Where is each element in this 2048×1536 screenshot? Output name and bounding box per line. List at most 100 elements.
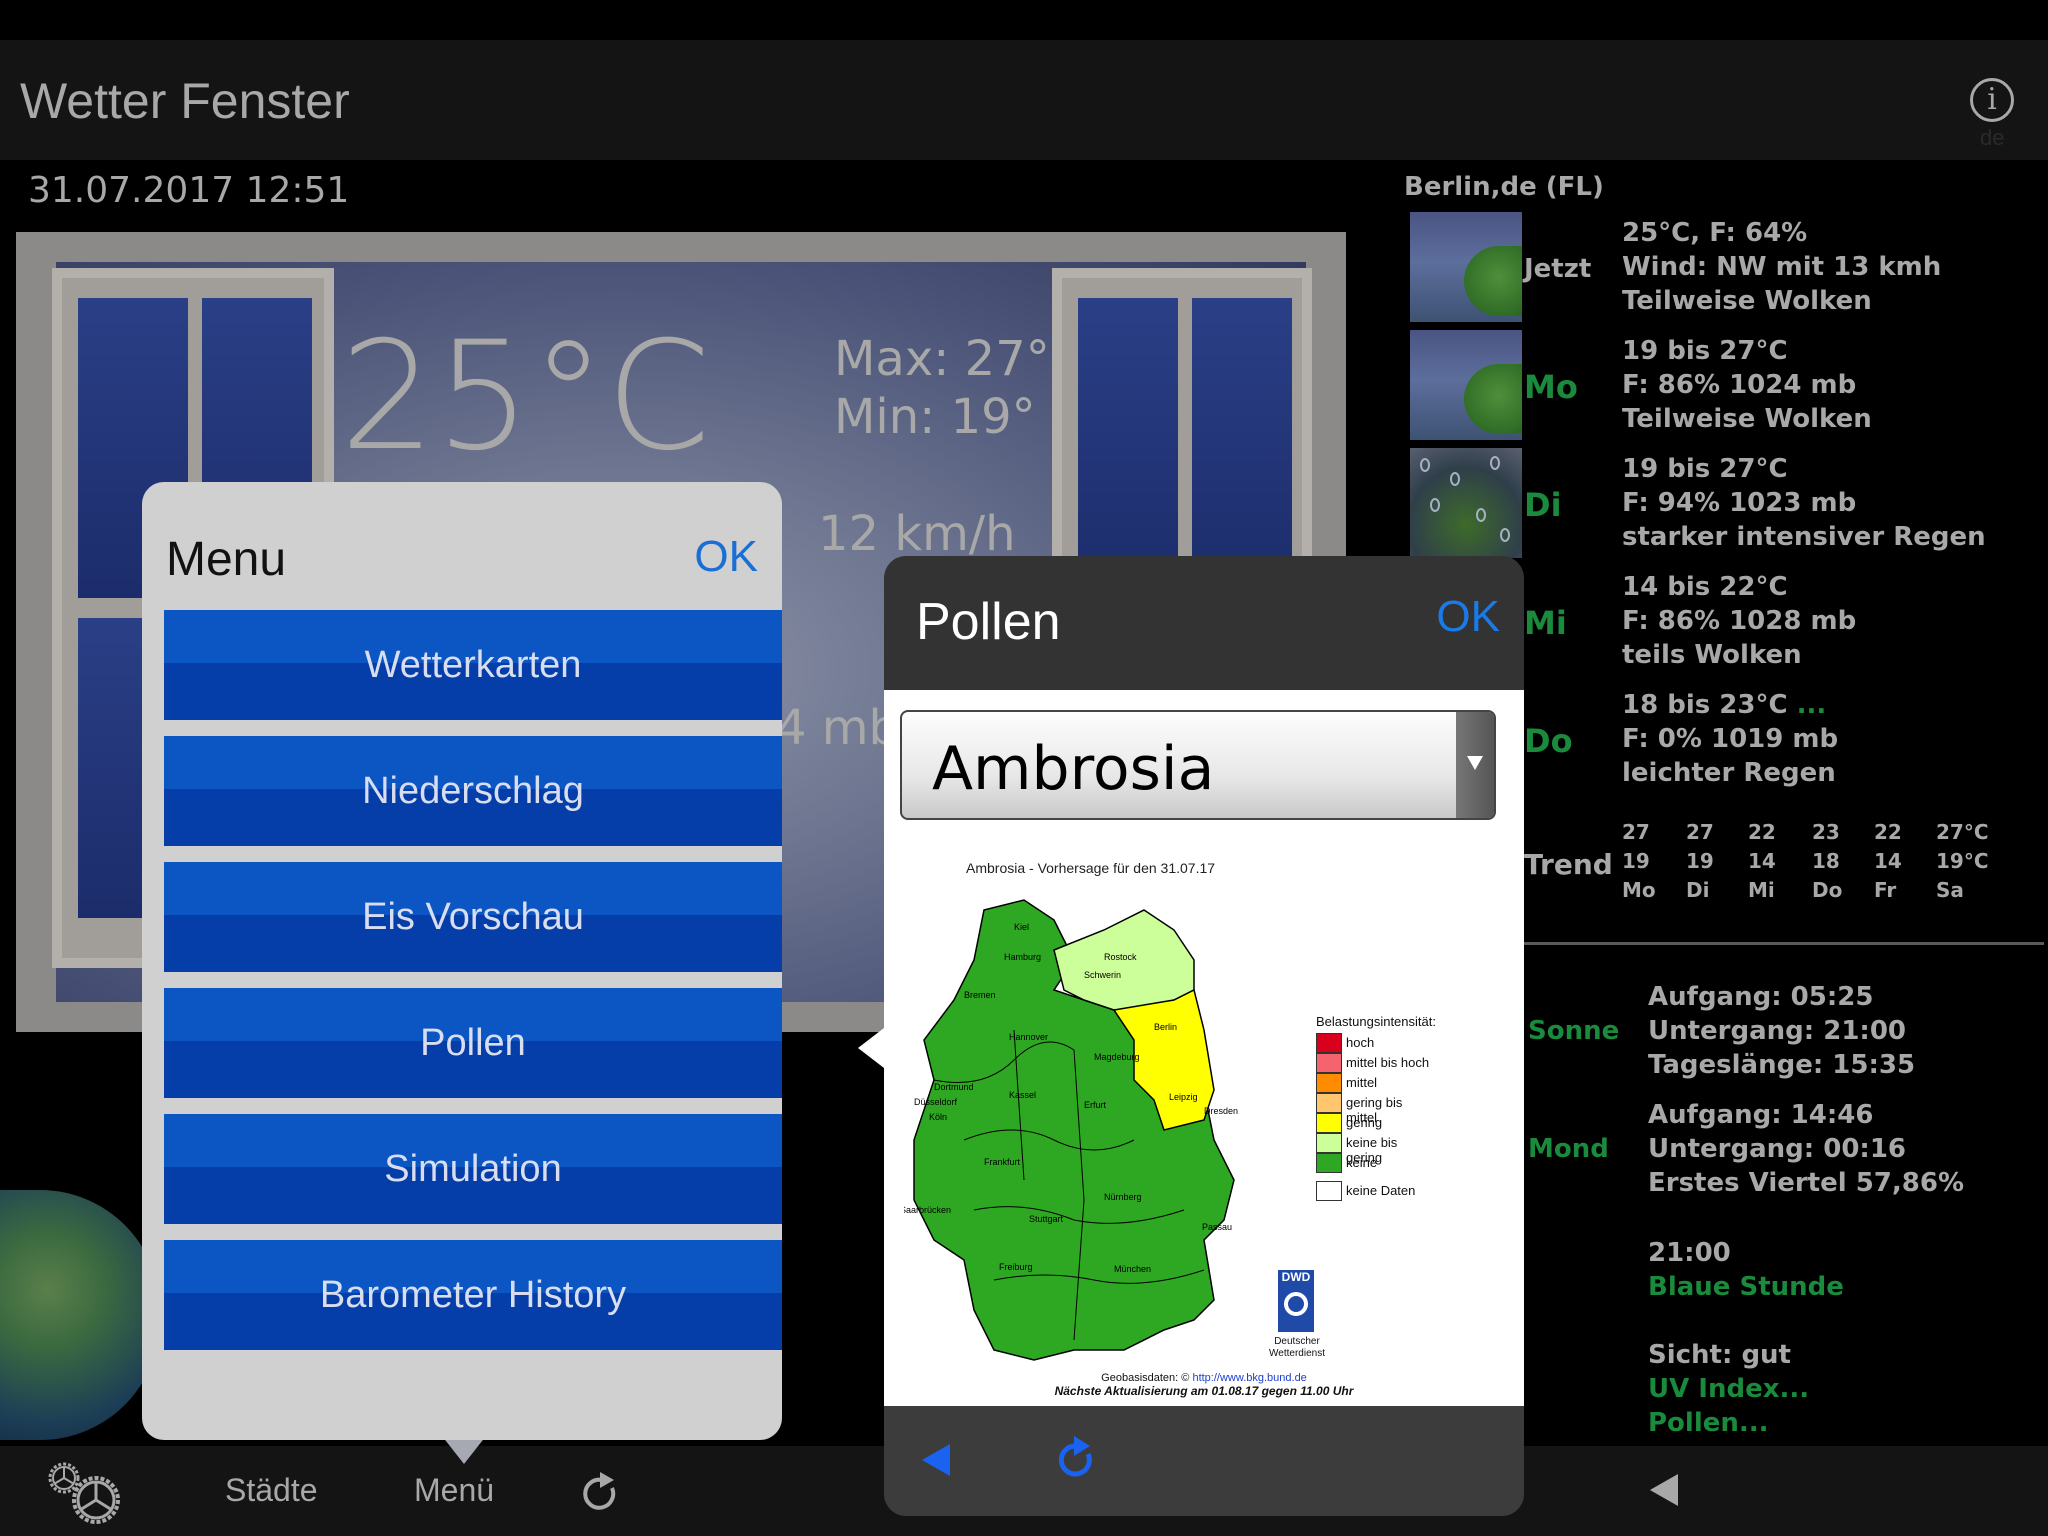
trend-max: 27°C	[1936, 820, 1989, 844]
pollen-link[interactable]: Pollen...	[1648, 1406, 1809, 1440]
pollen-content: Ambrosia Ambrosia - Vorhersage für den 3…	[884, 690, 1524, 1406]
cities-button[interactable]: Städte	[225, 1472, 318, 1509]
heavy-rain-icon	[1410, 448, 1522, 558]
legend-swatch	[1316, 1113, 1342, 1133]
svg-text:Kiel: Kiel	[1014, 922, 1029, 932]
extra-info: Sicht: gut UV Index... Pollen...	[1648, 1338, 1809, 1440]
trend-min: 19	[1622, 849, 1650, 873]
trend-min: 14	[1748, 849, 1776, 873]
credit-link[interactable]: http://www.bkg.bund.de	[1192, 1372, 1306, 1384]
forecast-line: F: 0% 1019 mb	[1622, 724, 1839, 754]
legend-swatch	[1316, 1033, 1342, 1053]
svg-text:Rostock: Rostock	[1104, 952, 1137, 962]
trend-max: 27	[1686, 820, 1714, 844]
forecast-line: starker intensiver Regen	[1622, 522, 1986, 552]
trend-day: Sa	[1936, 878, 1964, 902]
popover-arrow	[858, 1028, 884, 1068]
pollen-ok-button[interactable]: OK	[1436, 592, 1500, 642]
back-icon[interactable]	[922, 1444, 950, 1476]
forecast-day: Di	[1524, 486, 1562, 524]
trend-max: 22	[1748, 820, 1776, 844]
forecast-line: 14 bis 22°C	[1622, 572, 1788, 602]
svg-text:Stuttgart: Stuttgart	[1029, 1214, 1064, 1224]
forecast-row[interactable]: Jetzt 25°C, F: 64% Wind: NW mit 13 kmh T…	[1410, 212, 2040, 326]
menu-item-pollen[interactable]: Pollen	[164, 988, 782, 1098]
map-title: Ambrosia - Vorhersage für den 31.07.17	[966, 860, 1216, 876]
trend-day: Do	[1812, 878, 1843, 902]
menu-item-barometer-history[interactable]: Barometer History	[164, 1240, 782, 1350]
forecast-row[interactable]: Di 19 bis 27°C F: 94% 1023 mb starker in…	[1410, 448, 2040, 562]
partly-cloudy-icon	[1410, 330, 1522, 440]
next-update: Nächste Aktualisierung am 01.08.17 gegen…	[1054, 1384, 1354, 1398]
day-length: Tageslänge: 15:35	[1648, 1050, 1916, 1080]
pollen-map[interactable]: KielRostockHamburg SchwerinBremenBerlin …	[904, 880, 1304, 1380]
pollen-footer	[884, 1406, 1524, 1516]
forecast-line: 18 bis 23°C ...	[1622, 688, 1838, 722]
forecast-line: F: 94% 1023 mb	[1622, 488, 1857, 518]
date-time: 31.07.2017 12:51	[28, 170, 350, 211]
trend-column: 27 19 Mo	[1622, 818, 1656, 905]
trend-column: 27°C 19°C Sa	[1936, 818, 1989, 905]
forecast-line: teils Wolken	[1622, 640, 1802, 670]
forecast-details: 14 bis 22°C F: 86% 1028 mb teils Wolken	[1622, 570, 1856, 672]
trend-column: 27 19 Di	[1686, 818, 1714, 905]
forecast-details: 25°C, F: 64% Wind: NW mit 13 kmh Teilwei…	[1622, 216, 1941, 318]
max-temperature: Max: 27°	[834, 331, 1050, 387]
forecast-day: Jetzt	[1524, 254, 1592, 284]
app-title: Wetter Fenster	[20, 73, 350, 129]
menu-item-niederschlag[interactable]: Niederschlag	[164, 736, 782, 846]
map-legend: Belastungsintensität: hoch mittel bis ho…	[1316, 1014, 1436, 1201]
menu-item-simulation[interactable]: Simulation	[164, 1114, 782, 1224]
svg-text:Kassel: Kassel	[1009, 1090, 1036, 1100]
legend-swatch	[1316, 1093, 1342, 1113]
uv-index-link[interactable]: UV Index...	[1648, 1372, 1809, 1406]
forecast-line: F: 86% 1028 mb	[1622, 606, 1857, 636]
trend-min: 19	[1686, 849, 1714, 873]
sunset: Untergang: 21:00	[1648, 1016, 1906, 1046]
max-min-temperature: Max: 27° Min: 19°	[834, 330, 1050, 446]
legend-item: mittel bis hoch	[1316, 1053, 1436, 1073]
refresh-icon[interactable]	[580, 1468, 624, 1516]
svg-text:Saarbrücken: Saarbrücken	[904, 1205, 951, 1215]
back-triangle-icon[interactable]	[1650, 1474, 1678, 1506]
forecast-line: Teilweise Wolken	[1622, 404, 1872, 434]
svg-text:Hannover: Hannover	[1009, 1032, 1048, 1042]
forecast-line: 19 bis 27°C	[1622, 454, 1788, 484]
menu-button[interactable]: Menü	[414, 1472, 494, 1509]
legend-swatch	[1316, 1073, 1342, 1093]
dwd-badge: DWD	[1281, 1270, 1311, 1284]
more-link[interactable]: ...	[1797, 690, 1827, 720]
map-credit: Geobasisdaten: © http://www.bkg.bund.de	[884, 1372, 1524, 1384]
legend-item: mittel	[1316, 1073, 1436, 1093]
forecast-row[interactable]: Mo 19 bis 27°C F: 86% 1024 mb Teilweise …	[1410, 330, 2040, 444]
popover-arrow	[442, 1436, 486, 1464]
trend-column: 23 18 Do	[1812, 818, 1842, 905]
legend-item: gering	[1316, 1113, 1436, 1133]
pollen-type-select[interactable]: Ambrosia	[900, 710, 1496, 820]
trend-min: 19°C	[1936, 849, 1989, 873]
svg-text:Erfurt: Erfurt	[1084, 1100, 1107, 1110]
legend-item: hoch	[1316, 1033, 1436, 1053]
language-label: de	[1980, 125, 2005, 150]
pollen-popover: Pollen OK Ambrosia Ambrosia - Vorhersage…	[884, 556, 1524, 1516]
svg-text:Passau: Passau	[1202, 1222, 1232, 1232]
menu-item-wetterkarten[interactable]: Wetterkarten	[164, 610, 782, 720]
info-icon[interactable]: i	[1970, 78, 2014, 122]
dwd-name: Deutscher Wetterdienst	[1269, 1336, 1325, 1359]
trend-column: 22 14 Mi	[1748, 818, 1776, 905]
legend-item: keine bis gering	[1316, 1133, 1436, 1165]
trend-day: Mi	[1748, 878, 1775, 902]
trend-max: 22	[1874, 820, 1902, 844]
gears-icon[interactable]	[46, 1460, 130, 1526]
moon-label: Mond	[1528, 1134, 1609, 1164]
panel-divider	[1524, 942, 2044, 945]
menu-item-eis-vorschau[interactable]: Eis Vorschau	[164, 862, 782, 972]
reload-icon[interactable]	[1054, 1432, 1098, 1482]
legend-title: Belastungsintensität:	[1316, 1014, 1436, 1029]
menu-ok-button[interactable]: OK	[694, 532, 758, 582]
forecast-day: Do	[1524, 722, 1573, 760]
legend-item: gering bis mittel	[1316, 1093, 1436, 1125]
svg-text:Bremen: Bremen	[964, 990, 996, 1000]
dropdown-arrow-icon[interactable]	[1456, 712, 1494, 818]
city-name[interactable]: Berlin,de (FL)	[1404, 172, 1604, 202]
